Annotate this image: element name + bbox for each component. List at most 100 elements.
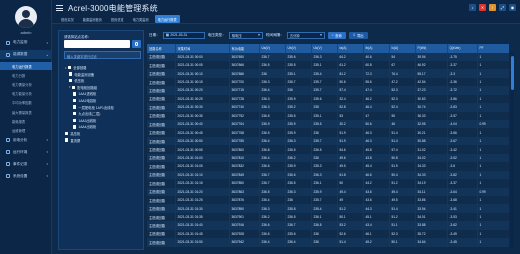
table-row[interactable]: 主进线回路 2021-03-31 00:30 3637740 236.3 235.2 23… bbox=[147, 103, 509, 112]
station-select[interactable] bbox=[64, 40, 130, 48]
table-row[interactable]: 主进线回路 2021-03-31 01:40 3637916 236.6 236.7 23… bbox=[147, 221, 509, 230]
table-row[interactable]: 主进线回路 2021-03-31 01:20 3637863 236.5 236.3 23… bbox=[147, 187, 509, 196]
tree-checkbox[interactable] bbox=[65, 138, 69, 142]
tree-node[interactable]: 低压柜 bbox=[69, 78, 84, 83]
column-header[interactable]: Ic(A) bbox=[389, 44, 416, 53]
expand-toggle-icon[interactable]: ▾ bbox=[69, 85, 70, 89]
column-header[interactable]: 采集时间 bbox=[175, 44, 230, 53]
table-row[interactable]: 主进线回路 2021-03-31 00:20 3637715 236.4 236 235.… bbox=[147, 86, 509, 95]
table-cell: 2021-03-31 00:45 bbox=[175, 128, 230, 137]
column-header[interactable]: Ua(V) bbox=[259, 44, 286, 53]
table-row[interactable]: 主进线回路 2021-03-31 01:45 3637928 236.6 235.6 23… bbox=[147, 229, 509, 239]
user-icon[interactable]: ◉ bbox=[509, 4, 516, 11]
tree-node[interactable]: 一层配电柜 1AP1出线柜 bbox=[73, 105, 114, 110]
column-header[interactable]: Ia(A) bbox=[337, 44, 364, 53]
tree-checkbox[interactable] bbox=[67, 65, 72, 70]
close-icon[interactable]: ✕ bbox=[479, 4, 486, 11]
tab-crumb[interactable]: 电力类监测 bbox=[130, 15, 152, 23]
bell-icon[interactable]: ♪ bbox=[469, 4, 476, 11]
sidebar-item[interactable]: 电力日报 bbox=[0, 71, 52, 79]
sidebar-item[interactable]: 电力监测 ▾ bbox=[0, 38, 52, 47]
column-header[interactable]: Ib(A) bbox=[363, 44, 390, 53]
sidebar-item[interactable]: 电力需量分析 bbox=[0, 80, 52, 88]
table-row[interactable]: 主进线回路 2021-03-31 00:10 3637686 236 235.1 235.… bbox=[147, 69, 509, 78]
sidebar-item[interactable]: 用电分析 ▾ bbox=[0, 136, 52, 145]
interval-select[interactable]: 五分钟 ▾ bbox=[286, 31, 325, 39]
tree-checkbox[interactable] bbox=[73, 111, 77, 116]
table-row[interactable]: 主进线回路 2021-03-31 01:30 3637890 236.3 235.8 23… bbox=[147, 204, 509, 213]
tree-node[interactable]: 1AA1进线柜 bbox=[73, 91, 96, 96]
sidebar-item[interactable]: 能耗报表 bbox=[0, 117, 52, 125]
tree-node[interactable]: 1AA4出线柜 bbox=[73, 124, 96, 129]
tree-filter-input[interactable]: 输入关键字进行过滤 bbox=[64, 51, 141, 59]
tree-node[interactable]: 电能监测设备 bbox=[69, 72, 94, 77]
table-row[interactable]: 主进线回路 2021-03-31 01:50 3637942 236.4 236.4 23… bbox=[147, 238, 509, 247]
table-row[interactable]: 主进线回路 2021-03-31 00:35 3637752 236.5 235.5 23… bbox=[147, 111, 509, 120]
tree-checkbox[interactable] bbox=[73, 105, 77, 109]
tree-checkbox[interactable] bbox=[73, 98, 77, 103]
table-row[interactable]: 主进线回路 2021-03-31 01:00 3637810 236.4 236.2 23… bbox=[147, 153, 509, 163]
sidebar-item[interactable]: 事件记录 ▾ bbox=[0, 160, 52, 169]
table-row[interactable]: 主进线回路 2021-03-31 00:00 3637650 236.7 235.6 23… bbox=[147, 52, 509, 61]
sidebar-item[interactable]: 能源数据 ▴ bbox=[0, 50, 52, 59]
sidebar-item[interactable]: 系统设置 ▾ bbox=[0, 172, 52, 181]
table-row[interactable]: 主进线回路 2021-03-31 00:55 3637800 236.8 236.5 23… bbox=[147, 145, 509, 154]
column-header[interactable]: PF bbox=[477, 44, 509, 53]
tree-checkbox[interactable] bbox=[69, 72, 73, 76]
table-row[interactable]: 主进线回路 2021-03-31 00:05 3637666 236.5 235.5 23… bbox=[147, 60, 509, 70]
tab-crumb[interactable]: 首页实况 bbox=[58, 15, 77, 23]
export-button[interactable]: ⇩ 导出 bbox=[348, 31, 368, 39]
warning-icon[interactable]: ! bbox=[489, 4, 496, 11]
column-header[interactable]: P(kW) bbox=[415, 44, 448, 53]
sidebar-item[interactable]: 电力运行报表 bbox=[0, 62, 52, 70]
table-row[interactable]: 主进线回路 2021-03-31 01:25 3637876 236.4 236 235.… bbox=[147, 195, 509, 205]
tree-node[interactable]: 1AA3出线柜 bbox=[73, 118, 96, 123]
fullscreen-icon[interactable]: ⤢ bbox=[499, 4, 506, 11]
table-scrollbar[interactable] bbox=[510, 52, 514, 249]
column-header[interactable]: Q(kVar) bbox=[447, 44, 478, 53]
tab-crumb[interactable]: 电力运行报表 bbox=[154, 15, 180, 23]
table-row[interactable]: 主进线回路 2021-03-31 01:15 3637850 236.7 236.5 23… bbox=[147, 179, 509, 188]
tree-node[interactable]: 高压柜 bbox=[65, 131, 80, 136]
avatar[interactable] bbox=[15, 6, 37, 28]
table-row[interactable]: 主进线回路 2021-03-31 00:45 3637768 236.5 235.9 23… bbox=[147, 128, 509, 137]
tree-checkbox[interactable] bbox=[71, 85, 76, 89]
tree-checkbox[interactable] bbox=[65, 131, 69, 136]
sidebar-item[interactable]: 运行环境 ▾ bbox=[0, 148, 52, 157]
table-row[interactable]: 主进线回路 2021-03-31 00:15 3637700 236.3 236.7 23… bbox=[147, 77, 509, 87]
voltage-type-select[interactable]: 相电压 ▾ bbox=[228, 31, 263, 39]
column-header[interactable]: Ub(V) bbox=[285, 44, 312, 53]
scrollbar-thumb[interactable] bbox=[510, 56, 514, 90]
table-row[interactable]: 主进线回路 2021-03-31 01:05 3637832 236.6 235.9 23… bbox=[147, 162, 509, 171]
tree-node[interactable]: 九点出线(二层) bbox=[73, 111, 100, 116]
sidebar-item[interactable]: 运维管理 bbox=[0, 126, 52, 134]
tree-node[interactable]: 直流屏 bbox=[65, 138, 80, 143]
sidebar-item[interactable]: 最大需量报表 bbox=[0, 108, 52, 116]
column-header[interactable]: Uc(V) bbox=[311, 44, 338, 53]
column-header[interactable]: 回路名称 bbox=[147, 44, 176, 53]
tree-node[interactable]: ▾ 全部回路 bbox=[65, 65, 86, 71]
date-input[interactable]: ▦ 2021-03-31 bbox=[162, 31, 205, 39]
table-row[interactable]: 主进线回路 2021-03-31 00:40 3637764 236.9 235.9 23… bbox=[147, 120, 509, 129]
table-cell: 46.6 bbox=[363, 170, 390, 180]
menu-toggle-icon[interactable] bbox=[56, 5, 63, 11]
sidebar-item[interactable]: 平均功率因数 bbox=[0, 99, 52, 107]
table-row[interactable]: 主进线回路 2021-03-31 01:10 3637845 236.7 236.6 23… bbox=[147, 170, 509, 180]
tab-crumb[interactable]: 能源监测首页 bbox=[80, 15, 105, 23]
table-row[interactable]: 主进线回路 2021-03-31 00:50 3637785 236.4 236.3 23… bbox=[147, 136, 509, 146]
table-cell: 主进线回路 bbox=[147, 221, 176, 230]
tree-node[interactable]: 1AA2电容柜 bbox=[73, 98, 96, 103]
column-header[interactable]: 有功电能 bbox=[229, 44, 260, 53]
query-button[interactable]: ⌕ 查询 bbox=[327, 31, 346, 39]
table-row[interactable]: 主进线回路 2021-03-31 00:25 3637728 236.3 235.9 23… bbox=[147, 94, 509, 104]
station-search-button[interactable] bbox=[132, 40, 141, 48]
sidebar-item[interactable]: 电力能量分析 bbox=[0, 90, 52, 98]
tree-checkbox[interactable] bbox=[73, 92, 77, 96]
tree-checkbox[interactable] bbox=[69, 78, 73, 83]
tab-crumb[interactable]: 首页总览 bbox=[108, 15, 127, 23]
table-row[interactable]: 主进线回路 2021-03-31 01:35 3637901 236.2 236.5 23… bbox=[147, 212, 509, 222]
tree-node[interactable]: ▾ 配电柜回路组 bbox=[69, 85, 97, 90]
expand-toggle-icon[interactable]: ▾ bbox=[65, 66, 66, 70]
tree-checkbox[interactable] bbox=[73, 118, 77, 122]
tree-checkbox[interactable] bbox=[73, 125, 77, 129]
